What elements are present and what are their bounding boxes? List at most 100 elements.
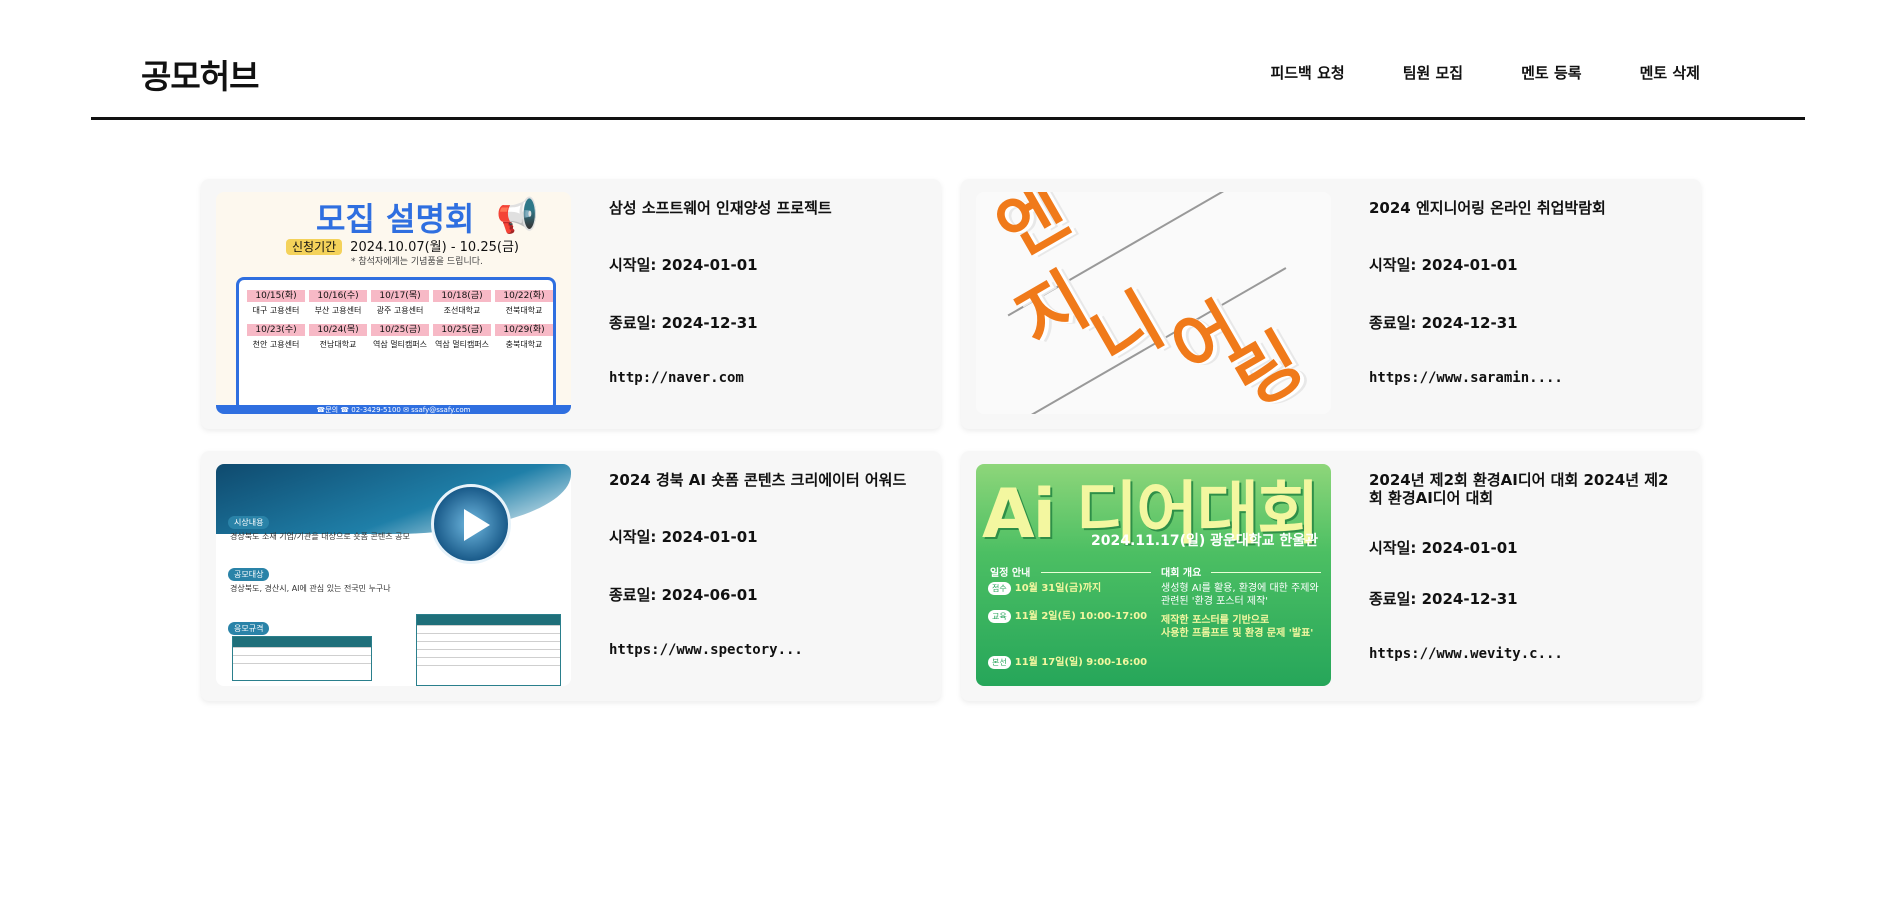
contest-link[interactable]: https://www.wevity.c... bbox=[1369, 646, 1679, 662]
schedule-date: 10/15(화) bbox=[247, 290, 305, 302]
contest-end-date: 종료일: 2024-12-31 bbox=[1369, 314, 1518, 332]
schedule-date: 10/25(금) bbox=[371, 324, 429, 336]
thumb-tag: 공모대상 bbox=[228, 568, 270, 581]
schedule-pill: 접수 bbox=[988, 582, 1011, 595]
schedule-text: 10월 31일(금)까지 bbox=[1014, 583, 1102, 594]
contest-card[interactable]: 시상내용 경상북도 소재 기업/기관을 대상으로 숏폼 콘텐츠 공모 공모대상 … bbox=[201, 451, 941, 701]
schedule-pill: 본선 bbox=[988, 656, 1011, 669]
schedule-place: 부산 고용센터 bbox=[314, 306, 362, 315]
nav-team-recruit[interactable]: 팀원 모집 bbox=[1403, 62, 1463, 83]
contest-info: 2024년 제2회 환경AI디어 대회 2024년 제2회 환경AI디어 대회 … bbox=[1369, 471, 1679, 662]
schedule-place: 광주 고용센터 bbox=[376, 306, 424, 315]
schedule-line: 교육 11월 2일(토) 10:00-17:00 bbox=[988, 610, 1147, 623]
thumb-period-text: 2024.10.07(월) - 10.25(금) bbox=[350, 240, 519, 255]
contest-info: 2024 엔지니어링 온라인 취업박람회 시작일: 2024-01-01 종료일… bbox=[1369, 199, 1679, 386]
divider bbox=[1041, 572, 1151, 573]
schedule-date: 10/25(금) bbox=[433, 324, 491, 336]
contest-card[interactable]: Ai 디어대회 2024.11.17(일) 광운대학교 한울관 일정 안내 대회… bbox=[961, 451, 1701, 701]
schedule-cell: 10/15(화) 대구 고용센터 bbox=[247, 290, 305, 316]
play-icon bbox=[431, 484, 511, 564]
schedule-text: 11월 17일(일) 9:00-16:00 bbox=[1014, 657, 1148, 668]
megaphone-icon: 📢 bbox=[496, 196, 539, 236]
thumb-period: 신청기간 2024.10.07(월) - 10.25(금) bbox=[286, 236, 519, 255]
contest-title: 2024년 제2회 환경AI디어 대회 2024년 제2회 환경AI디어 대회 bbox=[1369, 471, 1669, 507]
contest-thumbnail[interactable]: Ai 디어대회 2024.11.17(일) 광운대학교 한울관 일정 안내 대회… bbox=[976, 464, 1331, 686]
thumb-heading: 모집 설명회 bbox=[316, 200, 475, 238]
contest-grid: 모집 설명회 📢 신청기간 2024.10.07(월) - 10.25(금) * … bbox=[201, 179, 1703, 701]
schedule-date: 10/22(화) bbox=[495, 290, 553, 302]
schedule-place: 전북대학교 bbox=[505, 306, 543, 315]
thumb-text: 경상북도, 경산시, AI에 관심 있는 전국민 누구나 bbox=[230, 584, 391, 593]
contest-end-date: 종료일: 2024-12-31 bbox=[1369, 590, 1518, 608]
contest-thumbnail[interactable]: 모집 설명회 📢 신청기간 2024.10.07(월) - 10.25(금) * … bbox=[216, 192, 571, 414]
thumb-footer: ☎문의 ☎ 02-3429-5100 ✉ ssafy@ssafy.com bbox=[216, 405, 571, 414]
schedule-place: 역삼 멀티캠퍼스 bbox=[372, 340, 428, 349]
schedule-cell: 10/17(목) 광주 고용센터 bbox=[371, 290, 429, 316]
thumb-schedule-board: 10/15(화) 대구 고용센터 10/16(수) 부산 고용센터 10/17(목)… bbox=[236, 277, 556, 412]
overview-text: 제작한 포스터를 기반으로 bbox=[1161, 615, 1270, 626]
contest-link[interactable]: https://www.spectory... bbox=[609, 642, 919, 658]
thumb-subtitle: 2024.11.17(일) 광운대학교 한울관 bbox=[1091, 533, 1319, 549]
site-logo[interactable]: 공모허브 bbox=[141, 50, 259, 98]
schedule-pill: 교육 bbox=[988, 610, 1011, 623]
schedule-cell: 10/29(화) 충북대학교 bbox=[495, 324, 553, 350]
thumb-note: * 참석자에게는 기념품을 드립니다. bbox=[351, 257, 483, 267]
nav-feedback-request[interactable]: 피드백 요청 bbox=[1270, 62, 1344, 83]
nav-mentor-delete[interactable]: 멘토 삭제 bbox=[1640, 62, 1700, 83]
thumb-section: 일정 안내 bbox=[990, 568, 1031, 579]
contest-thumbnail[interactable]: 엔 지 니 어 링 bbox=[976, 192, 1331, 414]
nav-mentor-register[interactable]: 멘토 등록 bbox=[1521, 62, 1581, 83]
contest-link[interactable]: https://www.saramin.... bbox=[1369, 370, 1679, 386]
contest-title: 2024 엔지니어링 온라인 취업박람회 bbox=[1369, 199, 1606, 217]
overview-text: 사용한 프롬프트 및 환경 문제 '발표' bbox=[1161, 628, 1314, 639]
contest-start-date: 시작일: 2024-01-01 bbox=[1369, 539, 1518, 557]
schedule-date: 10/23(수) bbox=[247, 324, 305, 336]
schedule-date: 10/18(금) bbox=[433, 290, 491, 302]
thumb-tag: 시상내용 bbox=[228, 516, 270, 529]
thumb-section: 대회 개요 bbox=[1161, 568, 1202, 579]
main-nav: 피드백 요청 팀원 모집 멘토 등록 멘토 삭제 bbox=[1270, 62, 1700, 83]
thumb-text: 경상북도 소재 기업/기관을 대상으로 숏폼 콘텐츠 공모 bbox=[230, 532, 410, 541]
thumb-table bbox=[232, 636, 372, 681]
overview-text: 생성형 AI를 활용, 환경에 대한 주제와 bbox=[1161, 583, 1319, 594]
schedule-date: 10/17(목) bbox=[371, 290, 429, 302]
contest-title: 2024 경북 AI 숏폼 콘텐츠 크리에이터 어워드 bbox=[609, 471, 907, 489]
schedule-date: 10/29(화) bbox=[495, 324, 553, 336]
contest-end-date: 종료일: 2024-12-31 bbox=[609, 314, 758, 332]
contest-card[interactable]: 엔 지 니 어 링 2024 엔지니어링 온라인 취업박람회 시작일: 2024… bbox=[961, 179, 1701, 429]
schedule-cell: 10/16(수) 부산 고용센터 bbox=[309, 290, 367, 316]
site-header: 공모허브 피드백 요청 팀원 모집 멘토 등록 멘토 삭제 bbox=[91, 0, 1805, 120]
contest-start-date: 시작일: 2024-01-01 bbox=[609, 528, 758, 546]
schedule-cell: 10/22(화) 전북대학교 bbox=[495, 290, 553, 316]
schedule-place: 대구 고용센터 bbox=[252, 306, 300, 315]
contest-start-date: 시작일: 2024-01-01 bbox=[609, 256, 758, 274]
contest-info: 삼성 소프트웨어 인재양성 프로젝트 시작일: 2024-01-01 종료일: … bbox=[609, 199, 919, 386]
schedule-cell: 10/25(금) 역삼 멀티캠퍼스 bbox=[371, 324, 429, 350]
schedule-date: 10/24(목) bbox=[309, 324, 367, 336]
contest-link[interactable]: http://naver.com bbox=[609, 370, 919, 386]
contest-info: 2024 경북 AI 숏폼 콘텐츠 크리에이터 어워드 시작일: 2024-01… bbox=[609, 471, 919, 658]
contest-card[interactable]: 모집 설명회 📢 신청기간 2024.10.07(월) - 10.25(금) * … bbox=[201, 179, 941, 429]
overview-text: 관련된 '환경 포스터 제작' bbox=[1161, 596, 1269, 607]
schedule-date: 10/16(수) bbox=[309, 290, 367, 302]
contest-title: 삼성 소프트웨어 인재양성 프로젝트 bbox=[609, 199, 832, 217]
thumb-table bbox=[416, 614, 561, 686]
divider bbox=[1211, 572, 1321, 573]
schedule-text: 11월 2일(토) 10:00-17:00 bbox=[1014, 611, 1148, 622]
contest-thumbnail[interactable]: 시상내용 경상북도 소재 기업/기관을 대상으로 숏폼 콘텐츠 공모 공모대상 … bbox=[216, 464, 571, 686]
contest-start-date: 시작일: 2024-01-01 bbox=[1369, 256, 1518, 274]
thumb-tag: 응모규격 bbox=[228, 622, 270, 635]
schedule-place: 천안 고용센터 bbox=[252, 340, 300, 349]
schedule-place: 역삼 멀티캠퍼스 bbox=[434, 340, 490, 349]
schedule-cell: 10/25(금) 역삼 멀티캠퍼스 bbox=[433, 324, 491, 350]
contest-end-date: 종료일: 2024-06-01 bbox=[609, 586, 758, 604]
schedule-cell: 10/18(금) 조선대학교 bbox=[433, 290, 491, 316]
schedule-place: 전남대학교 bbox=[319, 340, 357, 349]
schedule-cell: 10/24(목) 전남대학교 bbox=[309, 324, 367, 350]
thumb-wave bbox=[216, 464, 571, 534]
schedule-line: 본선 11월 17일(일) 9:00-16:00 bbox=[988, 656, 1147, 669]
schedule-line: 접수 10월 31일(금)까지 bbox=[988, 582, 1101, 595]
thumb-chip: 신청기간 bbox=[286, 239, 343, 255]
schedule-place: 충북대학교 bbox=[505, 340, 543, 349]
schedule-place: 조선대학교 bbox=[443, 306, 481, 315]
